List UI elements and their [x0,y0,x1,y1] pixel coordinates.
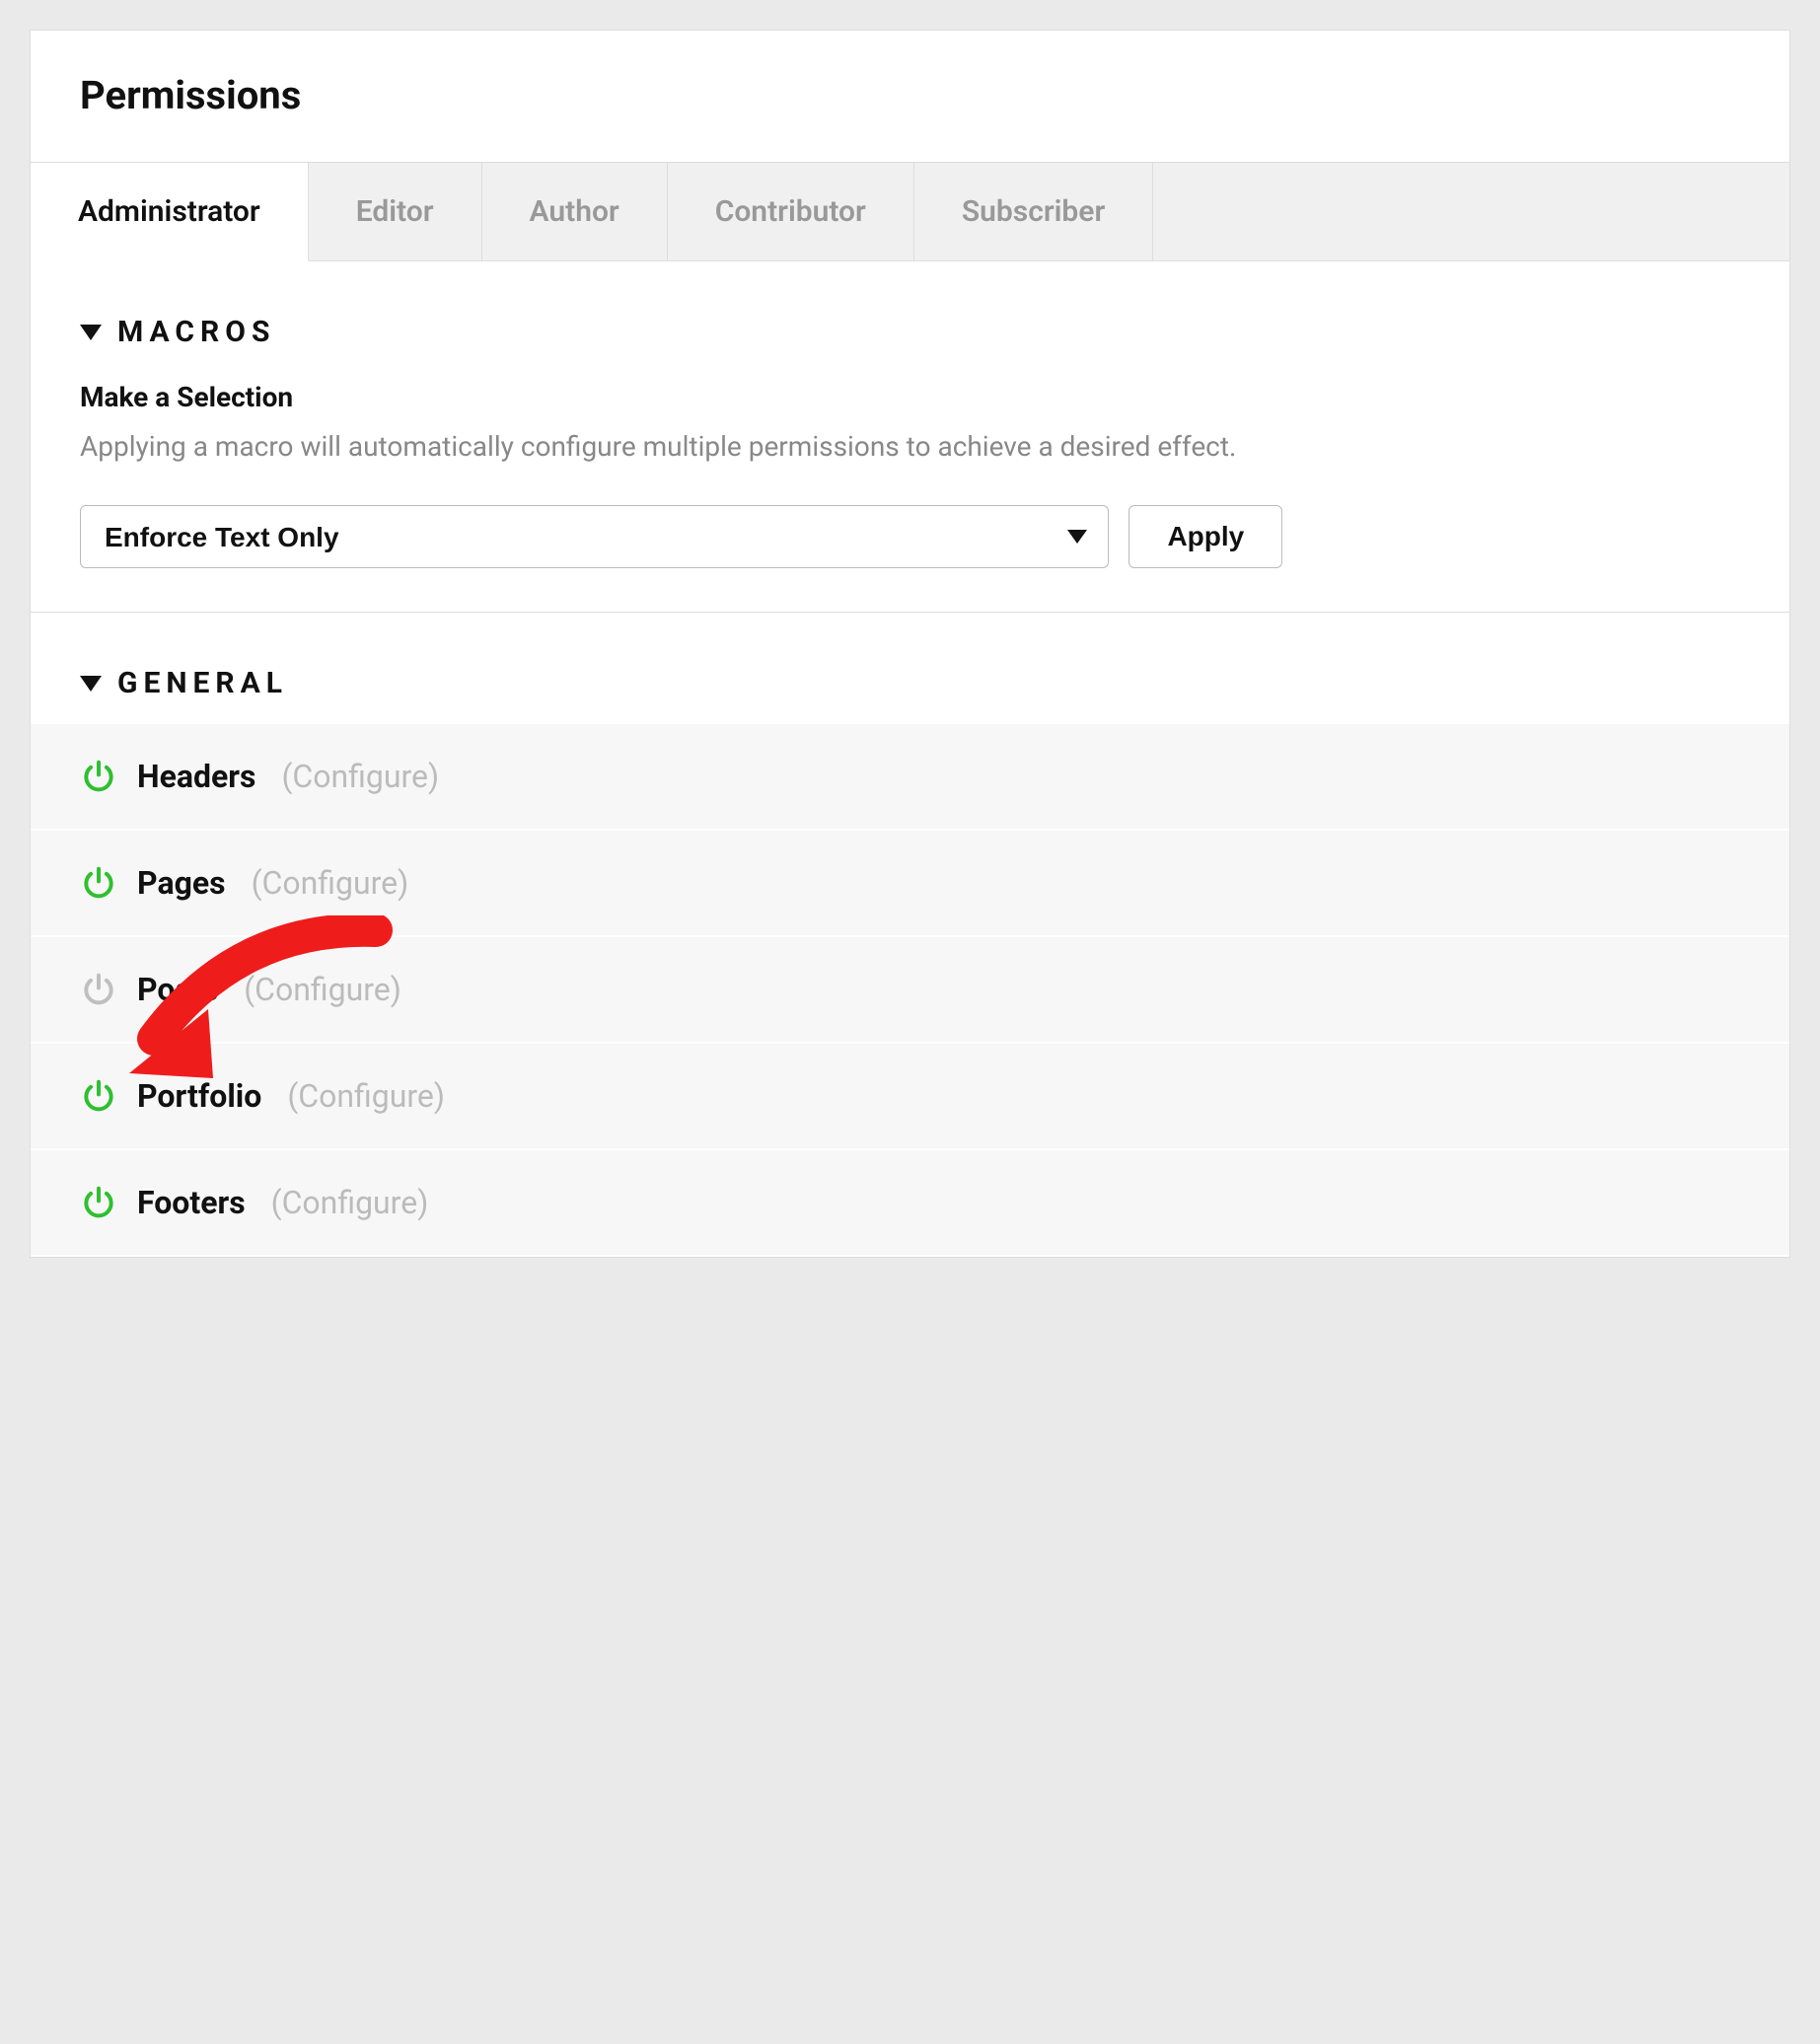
role-tabs: AdministratorEditorAuthorContributorSubs… [31,163,1789,261]
macros-controls: Enforce Text Only Apply [80,505,1740,568]
macros-description: Applying a macro will automatically conf… [80,427,1740,466]
configure-link[interactable]: (Configure) [287,1077,445,1115]
macros-subhead: Make a Selection [80,381,1740,413]
tab-author[interactable]: Author [482,163,668,260]
power-icon[interactable] [80,1077,117,1115]
macro-select-wrap: Enforce Text Only [80,505,1109,568]
tab-editor[interactable]: Editor [309,163,482,260]
power-icon[interactable] [80,1184,117,1221]
permissions-panel: Permissions AdministratorEditorAuthorCon… [30,30,1790,1258]
macros-title: MACROS [117,315,275,349]
power-icon[interactable] [80,758,117,795]
permission-row-title: Headers [137,758,255,795]
configure-link[interactable]: (Configure) [252,864,409,902]
power-icon[interactable] [80,971,117,1008]
chevron-down-icon [80,676,102,692]
general-section: GENERAL [31,613,1789,724]
macros-section: MACROS Make a Selection Applying a macro… [31,261,1789,613]
power-icon[interactable] [80,864,117,902]
general-rows: Headers (Configure) Pages (Configure) Posts (… [31,724,1789,1257]
permission-row-portfolio[interactable]: Portfolio (Configure) [31,1044,1789,1150]
page-title: Permissions [80,72,1740,118]
general-header[interactable]: GENERAL [80,666,1740,700]
macro-select[interactable]: Enforce Text Only [80,505,1109,568]
permission-row-title: Pages [137,864,226,902]
macros-header[interactable]: MACROS [80,315,1740,349]
configure-link[interactable]: (Configure) [244,971,401,1008]
tab-administrator[interactable]: Administrator [31,163,309,261]
permission-row-footers[interactable]: Footers (Configure) [31,1150,1789,1257]
configure-link[interactable]: (Configure) [271,1184,429,1221]
permission-row-title: Portfolio [137,1077,261,1115]
permission-row-pages[interactable]: Pages (Configure) [31,831,1789,937]
permission-row-title: Footers [137,1184,246,1221]
permission-row-posts[interactable]: Posts (Configure) [31,937,1789,1044]
panel-header: Permissions [31,31,1789,163]
tab-subscriber[interactable]: Subscriber [914,163,1153,260]
apply-button[interactable]: Apply [1128,505,1282,568]
configure-link[interactable]: (Configure) [281,758,439,795]
general-title: GENERAL [117,666,288,700]
chevron-down-icon [80,325,102,340]
permission-row-headers[interactable]: Headers (Configure) [31,724,1789,831]
tab-contributor[interactable]: Contributor [668,163,914,260]
permission-row-title: Posts [137,971,218,1008]
